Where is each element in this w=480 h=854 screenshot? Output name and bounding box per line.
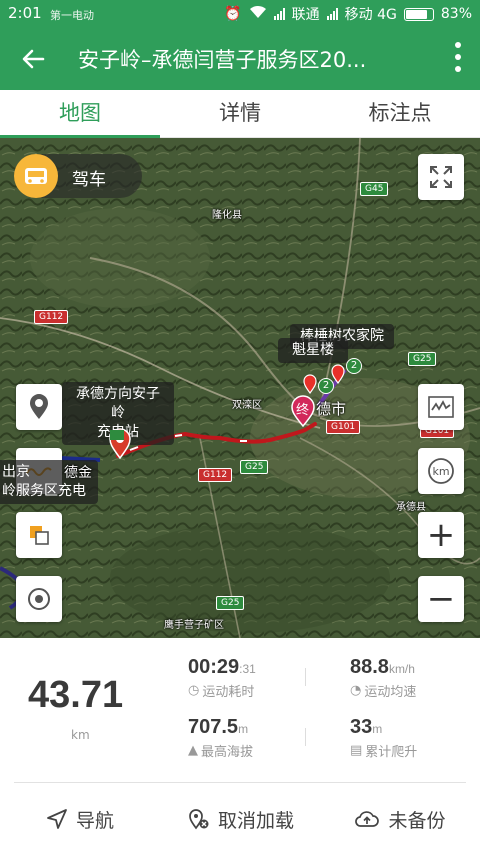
start-flag-icon (110, 430, 124, 440)
battery-percent: 83% (440, 6, 472, 22)
navigate-button[interactable]: 导航 (0, 784, 160, 854)
tab-bar: 地图 详情 标注点 (0, 90, 480, 138)
stat-duration: 00:29:31 ◷ 运动耗时 (188, 656, 256, 700)
road-shield-g25: G25 (408, 352, 437, 366)
cancel-load-label: 取消加载 (217, 809, 294, 832)
waypoint-badge-2[interactable]: 2 (318, 378, 334, 394)
place-luanhua: 隆化县 (212, 210, 242, 221)
divider (305, 668, 306, 686)
place-yingzi: 鹰手营子矿区 (164, 620, 224, 631)
carrier-2: 移动 4G (344, 7, 397, 23)
km-markers-button[interactable]: km (418, 448, 464, 494)
road-shield-g45: G45 (360, 182, 389, 196)
stats-panel: 43.71 km 00:29:31 ◷ 运动耗时 88.8km/h ◔ 运动均速 7… (0, 638, 480, 784)
tab-map[interactable]: 地图 (0, 90, 160, 138)
fullscreen-icon (430, 166, 452, 188)
cancel-load-button[interactable]: 取消加载 (160, 784, 320, 854)
status-time: 2:01 (8, 4, 42, 22)
carrier-1: 联通 (291, 7, 320, 23)
tab-markers[interactable]: 标注点 (320, 90, 480, 137)
layers-icon (30, 526, 49, 545)
end-marker-label: 终 (296, 403, 310, 418)
app-bar: 安子岭–承德闫营子服务区20... (0, 28, 480, 90)
place-chengde-county: 承德县 (396, 502, 426, 513)
locate-target-icon (28, 588, 50, 610)
status-right: ⏰ 联通 移动 4G 83% (224, 4, 472, 24)
max-alt-unit: m (238, 722, 249, 736)
cloud-upload-icon (355, 811, 380, 827)
svg-text:km: km (432, 465, 449, 478)
layers-button[interactable] (16, 512, 62, 558)
action-bar: 导航 取消加载 未备份 (0, 784, 480, 854)
avg-speed-value: 88.8 (350, 656, 389, 678)
car-icon (14, 154, 58, 198)
drive-mode-chip[interactable]: 驾车 (14, 154, 142, 198)
map-view[interactable]: 隆化县 双滦区 德市 承德县 鹰手营子矿区 G45 G112 G25 G25 G… (0, 138, 480, 638)
waypoint-badge[interactable]: 2 (346, 358, 362, 374)
tooltip-kuixinglou: 魁星楼 (278, 338, 348, 363)
climb-value: 33 (350, 716, 373, 738)
battery-icon (403, 7, 434, 21)
tooltip-left-edge-line2: 岭服务区充电 (2, 483, 86, 499)
signal-icon-2 (326, 8, 338, 20)
fullscreen-button[interactable] (418, 154, 464, 200)
backup-button[interactable]: 未备份 (320, 784, 480, 854)
back-arrow-icon[interactable] (18, 44, 48, 74)
stat-climb: 33m ▤ 累计爬升 (350, 716, 417, 760)
tooltip-left-edge-b: 德金 (64, 465, 92, 481)
more-menu-icon[interactable] (454, 42, 462, 76)
waypoint-pin-icon[interactable] (302, 374, 318, 394)
duration-value: 00:29 (188, 656, 240, 678)
climb-chart-icon: ▤ (350, 743, 363, 758)
stat-max-altitude: 707.5m ▲ 最高海拔 (188, 716, 253, 760)
actions-divider (14, 782, 466, 783)
status-bar: 2:01 第一电动 ⏰ 联通 移动 4G 83% (0, 0, 480, 28)
alarm-icon: ⏰ (224, 6, 242, 22)
navigate-arrow-icon (47, 809, 67, 829)
zoom-in-button[interactable]: + (418, 512, 464, 558)
divider-2 (305, 728, 306, 746)
climb-unit: m (372, 722, 383, 736)
tab-details[interactable]: 详情 (160, 90, 320, 137)
page-title: 安子岭–承德闫营子服务区20... (78, 48, 367, 72)
speedometer-icon: ◔ (350, 683, 362, 698)
avg-speed-label: 运动均速 (364, 685, 417, 700)
status-brand: 第一电动 (50, 9, 94, 22)
drive-mode-label: 驾车 (72, 170, 106, 190)
road-shield-g112-b: G112 (198, 468, 233, 482)
road-shield-g112: G112 (34, 310, 69, 324)
zoom-out-button[interactable]: − (418, 576, 464, 622)
elevation-chart-button[interactable] (418, 384, 464, 430)
navigate-label: 导航 (75, 809, 114, 832)
climb-label: 累计爬升 (365, 745, 418, 760)
pin-cancel-icon (189, 809, 209, 830)
signal-icon (273, 8, 285, 20)
duration-seconds: :31 (239, 662, 256, 676)
total-distance: 43.71 (28, 674, 124, 716)
stat-avg-speed: 88.8km/h ◔ 运动均速 (350, 656, 416, 700)
tooltip-station-line1: 承德方向安子岭 (76, 386, 160, 421)
avg-speed-unit: km/h (388, 662, 415, 676)
max-alt-label: 最高海拔 (201, 745, 254, 760)
chart-wave-icon (428, 396, 454, 418)
max-alt-value: 707.5 (188, 716, 239, 738)
road-shield-g101: G101 (326, 420, 361, 434)
location-pin-icon (30, 394, 48, 419)
locate-button[interactable] (16, 576, 62, 622)
clock-icon: ◷ (188, 683, 200, 698)
mountain-icon: ▲ (188, 743, 198, 758)
wifi-icon (249, 5, 267, 23)
distance-unit: km (71, 728, 90, 742)
place-shuangluan: 双滦区 (232, 400, 262, 411)
duration-label: 运动耗时 (202, 685, 255, 700)
place-city: 德市 (316, 400, 347, 418)
marker-pin-button[interactable] (16, 384, 62, 430)
road-shield-g25-b: G25 (240, 460, 269, 474)
km-icon: km (428, 458, 454, 484)
road-shield-g25-c: G25 (216, 596, 245, 610)
backup-label: 未备份 (388, 809, 446, 832)
